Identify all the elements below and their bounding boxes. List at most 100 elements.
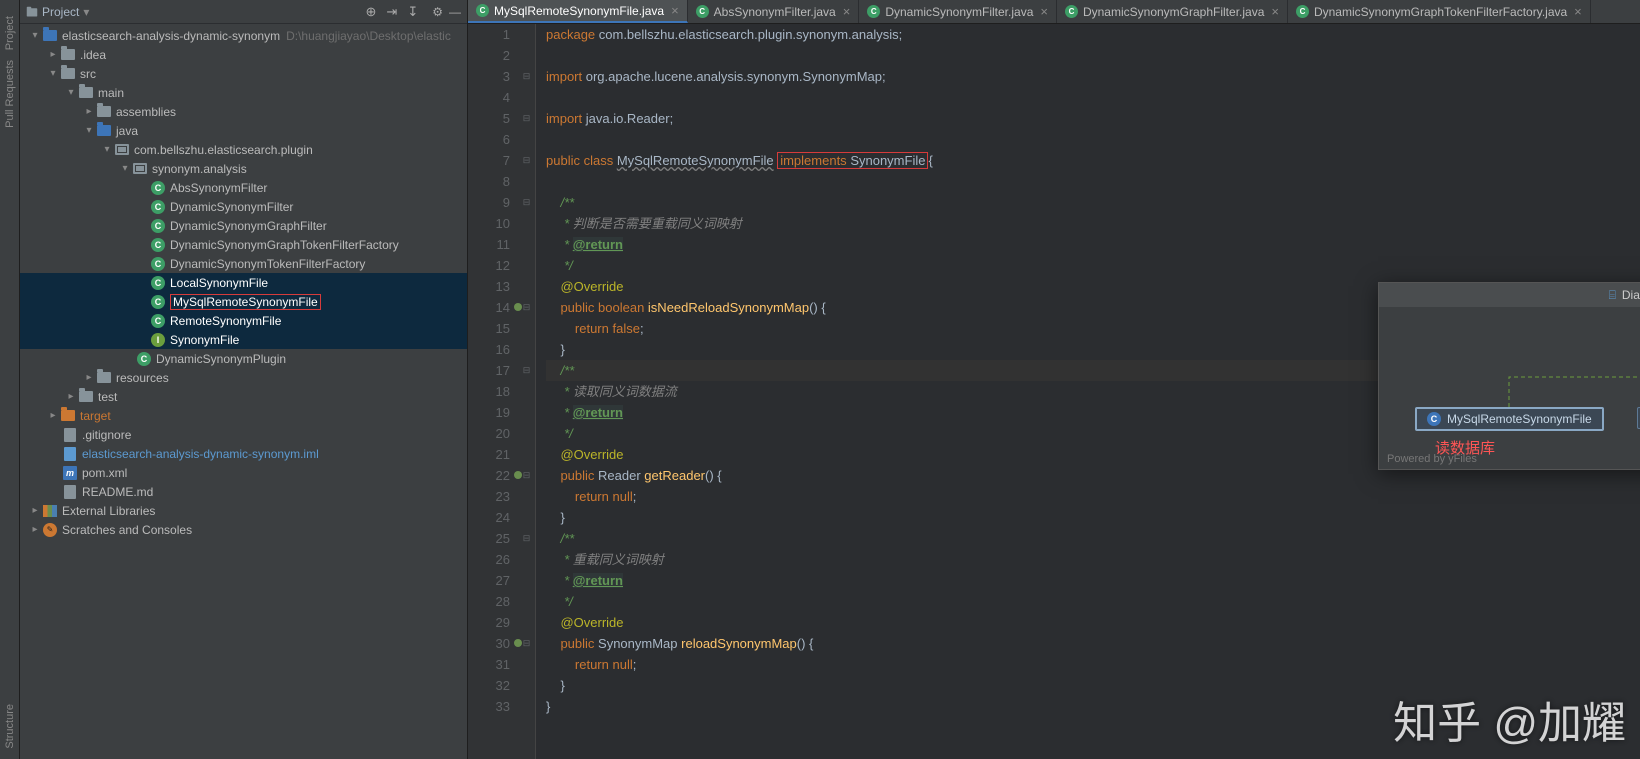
null-kw: null: [612, 657, 632, 672]
tree-plugin-cls[interactable]: CDynamicSynonymPlugin: [20, 349, 467, 368]
tab-mysqlremote[interactable]: CMySqlRemoteSynonymFile.java×: [468, 0, 688, 23]
editor-tabs: CMySqlRemoteSynonymFile.java× CAbsSynony…: [468, 0, 1640, 24]
tree-test[interactable]: ▸test: [20, 387, 467, 406]
tree-cls-mysql[interactable]: CMySqlRemoteSynonymFile: [20, 292, 467, 311]
interface-name: SynonymFile: [850, 153, 925, 168]
class-icon: C: [696, 5, 709, 18]
doc-return-tag: @return: [573, 405, 623, 420]
close-tab-icon[interactable]: ×: [1040, 4, 1048, 19]
tree-cls-local[interactable]: C LocalSynonymFile: [20, 273, 467, 292]
tree-cls-label: RemoteSynonymFile: [170, 314, 281, 328]
tab-abssyn[interactable]: CAbsSynonymFilter.java×: [688, 0, 860, 23]
tool-structure-tab[interactable]: Structure: [4, 704, 16, 749]
class-icon: C: [151, 257, 165, 271]
tree-scratches[interactable]: ▸✎Scratches and Consoles: [20, 520, 467, 539]
folder-icon: [79, 87, 93, 98]
tree-gitignore[interactable]: .gitignore: [20, 425, 467, 444]
tree-pkg1[interactable]: ▾com.bellszhu.elasticsearch.plugin: [20, 140, 467, 159]
folder-icon: [61, 49, 75, 60]
diagram-node-mysql[interactable]: CMySqlRemoteSynonymFile: [1415, 407, 1604, 431]
tree-cls-label: MySqlRemoteSynonymFile: [170, 294, 321, 310]
settings-icon[interactable]: ⚙: [432, 5, 443, 19]
interface-icon: I: [151, 333, 165, 347]
expand-icon[interactable]: ⇥: [386, 4, 397, 20]
uml-diagram-popup[interactable]: ⌸ Diagram for RemoteSynonymFile ISynonym…: [1378, 282, 1640, 470]
project-view-selector[interactable]: Project ▾: [26, 5, 89, 19]
locate-icon[interactable]: ⊕: [366, 4, 377, 20]
diagram-canvas[interactable]: ISynonymFile CMySqlRemoteSynonymFile CLo…: [1379, 307, 1640, 469]
class-icon: C: [1065, 5, 1078, 18]
tree-cls-dsf[interactable]: CDynamicSynonymFilter: [20, 197, 467, 216]
project-view-label: Project: [42, 5, 79, 19]
null-kw: null: [612, 489, 632, 504]
close-tab-icon[interactable]: ×: [1271, 4, 1279, 19]
tree-root-label: elasticsearch-analysis-dynamic-synonym: [62, 29, 280, 43]
tree-cls-remote[interactable]: CRemoteSynonymFile: [20, 311, 467, 330]
tree-extlib-label: External Libraries: [62, 504, 155, 518]
project-tree[interactable]: ▾elasticsearch-analysis-dynamic-synonymD…: [20, 24, 467, 759]
close-tab-icon[interactable]: ×: [843, 4, 851, 19]
override-marker-icon[interactable]: [514, 471, 522, 479]
method-3-type: SynonymMap: [598, 636, 677, 651]
tree-root-path: D:\huangjiayao\Desktop\elastic: [286, 29, 451, 43]
tab-label: DynamicSynonymGraphTokenFilterFactory.ja…: [1314, 5, 1567, 19]
class-icon: C: [151, 181, 165, 195]
tree-cls-label: LocalSynonymFile: [170, 276, 268, 290]
tree-java[interactable]: ▾java: [20, 121, 467, 140]
hide-icon[interactable]: —: [449, 5, 461, 19]
tree-cls-label: AbsSynonymFilter: [170, 181, 267, 195]
tree-root[interactable]: ▾elasticsearch-analysis-dynamic-synonymD…: [20, 26, 467, 45]
diagram-title-bar: ⌸ Diagram for RemoteSynonymFile: [1379, 283, 1640, 307]
excluded-folder-icon: [61, 410, 75, 421]
collapse-icon[interactable]: ↧: [407, 4, 418, 20]
tool-pullreq-tab[interactable]: Pull Requests: [4, 60, 16, 128]
class-icon: C: [151, 276, 165, 290]
tool-window-strip: Project Pull Requests Structure: [0, 0, 20, 759]
folder-icon: [97, 106, 111, 117]
tab-dsgf[interactable]: C DynamicSynonymGraphFilter.java ×: [1057, 0, 1288, 23]
tree-cls-dsgtff[interactable]: CDynamicSynonymGraphTokenFilterFactory: [20, 235, 467, 254]
tree-pkg2[interactable]: ▾synonym.analysis: [20, 159, 467, 178]
editor-area: CMySqlRemoteSynonymFile.java× CAbsSynony…: [468, 0, 1640, 759]
override-marker-icon[interactable]: [514, 639, 522, 647]
tab-dsf[interactable]: CDynamicSynonymFilter.java×: [859, 0, 1057, 23]
tree-target[interactable]: ▸target: [20, 406, 467, 425]
file-icon: [64, 428, 76, 442]
tree-cls-dsgf[interactable]: CDynamicSynonymGraphFilter: [20, 216, 467, 235]
method-2-name: getReader: [644, 468, 705, 483]
doc-return-tag: @return: [573, 237, 623, 252]
source-folder-icon: [97, 125, 111, 136]
tree-resources[interactable]: ▸resources: [20, 368, 467, 387]
tree-readme[interactable]: README.md: [20, 482, 467, 501]
tree-readme-label: README.md: [82, 485, 153, 499]
class-icon: C: [867, 5, 880, 18]
import-2: java.io.Reader: [586, 111, 670, 126]
diagram-edges: [1379, 307, 1640, 469]
tree-idea[interactable]: ▸.idea: [20, 45, 467, 64]
tree-main-label: main: [98, 86, 124, 100]
tree-main[interactable]: ▾main: [20, 83, 467, 102]
method-2-type: Reader: [598, 468, 641, 483]
tree-pom[interactable]: mpom.xml: [20, 463, 467, 482]
import-1: org.apache.lucene.analysis.synonym.Synon…: [586, 69, 882, 84]
tool-project-tab[interactable]: Project: [4, 16, 16, 50]
tree-src[interactable]: ▾src: [20, 64, 467, 83]
fold-gutter[interactable]: ⊟⊟⊟ ⊟⊟ ⊟⊟ ⊟⊟: [518, 24, 536, 759]
tree-cls-abs[interactable]: C AbsSynonymFilter: [20, 178, 467, 197]
tree-assemblies[interactable]: ▸assemblies: [20, 102, 467, 121]
tree-int-synfile[interactable]: ISynonymFile: [20, 330, 467, 349]
tree-cls-dstff[interactable]: CDynamicSynonymTokenFilterFactory: [20, 254, 467, 273]
close-tab-icon[interactable]: ×: [1574, 4, 1582, 19]
close-tab-icon[interactable]: ×: [671, 3, 679, 18]
tree-extlib[interactable]: ▸External Libraries: [20, 501, 467, 520]
folder-icon: [61, 68, 75, 79]
tree-iml[interactable]: elasticsearch-analysis-dynamic-synonym.i…: [20, 444, 467, 463]
tab-dsgtff[interactable]: CDynamicSynonymGraphTokenFilterFactory.j…: [1288, 0, 1591, 23]
line-gutter: 123456 789101112 1314151617 1819202122 2…: [468, 24, 518, 759]
tree-java-label: java: [116, 124, 138, 138]
override-marker-icon[interactable]: [514, 303, 522, 311]
class-icon: C: [151, 238, 165, 252]
tab-label: DynamicSynonymGraphFilter.java: [1083, 5, 1264, 19]
diagram-node-label: MySqlRemoteSynonymFile: [1447, 412, 1592, 426]
tree-pkg2-label: synonym.analysis: [152, 162, 247, 176]
